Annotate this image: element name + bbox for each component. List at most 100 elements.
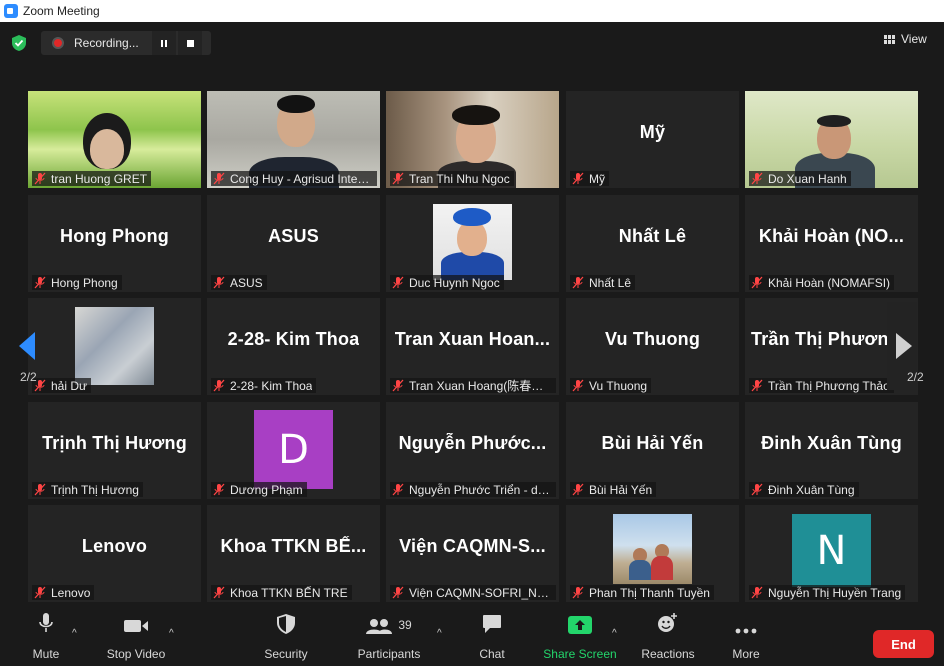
muted-mic-icon [213, 172, 225, 185]
muted-mic-icon [213, 276, 225, 289]
participants-count: 39 [398, 618, 412, 632]
participant-tile[interactable]: Trịnh Thị Hương Trịnh Thị Hương [28, 402, 201, 499]
participant-name-label: Nhất Lê [570, 275, 636, 290]
pause-recording-button[interactable] [152, 31, 176, 55]
participant-name-label: Nguyễn Phước Triển - dtcc [390, 482, 556, 497]
participant-name-label: Mỹ [570, 171, 609, 186]
participant-tile[interactable]: Do Xuan Hanh [745, 91, 918, 188]
muted-mic-icon [392, 586, 404, 599]
video-camera-icon [124, 620, 148, 632]
participant-name-label: Bùi Hải Yến [570, 482, 657, 497]
view-button[interactable]: View [884, 32, 927, 46]
window-title: Zoom Meeting [23, 4, 100, 18]
end-meeting-button[interactable]: End [873, 630, 934, 658]
meeting-toolbar: Mute ^ Stop Video ^ Security 39 Particip… [0, 610, 944, 666]
participant-tile[interactable]: 2-28- Kim Thoa 2-28- Kim Thoa [207, 298, 380, 395]
muted-mic-icon [751, 172, 763, 185]
avatar: D [254, 410, 333, 489]
participant-tile[interactable]: Tran Thi Nhu Ngoc [386, 91, 559, 188]
participant-tile[interactable]: Khải Hoàn (NO... Khải Hoàn (NOMAFSI) [745, 195, 918, 292]
share-screen-icon [568, 616, 592, 634]
participant-name-label: Trịnh Thị Hương [32, 482, 143, 497]
participant-tile[interactable]: Cong Huy - Agrisud Internati... [207, 91, 380, 188]
participant-display-name: Vu Thuong [604, 329, 701, 349]
participant-tile[interactable]: Bùi Hải Yến Bùi Hải Yến [566, 402, 739, 499]
participant-tile[interactable]: Đinh Xuân Tùng Đinh Xuân Tùng [745, 402, 918, 499]
participant-display-name: Khoa TTKN BẾ... [220, 536, 367, 556]
muted-mic-icon [392, 379, 404, 392]
participant-display-name: Trịnh Thị Hương [42, 433, 187, 453]
muted-mic-icon [572, 172, 584, 185]
participant-tile[interactable]: N Nguyễn Thị Huyền Trang [745, 505, 918, 602]
pause-icon [161, 39, 167, 47]
muted-mic-icon [751, 379, 763, 392]
participant-tile[interactable]: Duc Huynh Ngoc [386, 195, 559, 292]
participant-tile[interactable]: Tran Xuan Hoan... Tran Xuan Hoang(陈春黄... [386, 298, 559, 395]
participant-display-name: Tran Xuan Hoan... [394, 329, 551, 349]
participant-tile[interactable]: Hong Phong Hong Phong [28, 195, 201, 292]
zoom-logo-icon [4, 4, 18, 18]
participants-button[interactable]: 39 Participants [352, 610, 426, 666]
chat-button[interactable]: Chat [472, 610, 512, 666]
participant-name-label: Phan Thị Thanh Tuyền [570, 585, 714, 600]
participant-name-label: Do Xuan Hanh [749, 171, 851, 186]
profile-photo [75, 307, 154, 385]
participant-tile[interactable]: tran Huong GRET [28, 91, 201, 188]
participant-display-name: Bùi Hải Yến [601, 433, 704, 453]
muted-mic-icon [392, 172, 404, 185]
participant-display-name: ASUS [268, 226, 319, 246]
reactions-button[interactable]: Reactions [639, 610, 697, 666]
muted-mic-icon [213, 483, 225, 496]
participant-name-label: Duc Huynh Ngoc [390, 275, 504, 290]
muted-mic-icon [572, 276, 584, 289]
view-label: View [901, 32, 927, 46]
participant-tile[interactable]: Phan Thị Thanh Tuyền [566, 505, 739, 602]
participant-name-label: Khoa TTKN BẾN TRE [211, 585, 352, 600]
participant-tile[interactable]: Lenovo Lenovo [28, 505, 201, 602]
participant-display-name: Nhất Lê [618, 226, 687, 246]
participant-tile[interactable]: Nguyễn Phước... Nguyễn Phước Triển - dtc… [386, 402, 559, 499]
participant-display-name: Nguyễn Phước... [398, 433, 547, 453]
participant-display-name: Mỹ [639, 122, 666, 142]
mute-button[interactable]: Mute [22, 610, 70, 666]
participant-tile[interactable]: ASUS ASUS [207, 195, 380, 292]
encryption-shield-icon[interactable] [12, 35, 26, 51]
security-button[interactable]: Security [258, 610, 314, 666]
participant-video-hair [817, 115, 851, 127]
participant-video-face [90, 129, 124, 169]
more-button[interactable]: More [727, 610, 765, 666]
stop-video-button[interactable]: Stop Video [102, 610, 170, 666]
participant-tile[interactable]: Khoa TTKN BẾ... Khoa TTKN BẾN TRE [207, 505, 380, 602]
grid-view-icon [884, 34, 895, 44]
participant-tile[interactable]: hải Dư [28, 298, 201, 395]
security-shield-icon [277, 614, 295, 634]
share-options-caret[interactable]: ^ [612, 628, 617, 639]
participant-name-label: Hong Phong [32, 275, 122, 290]
muted-mic-icon [34, 483, 46, 496]
share-screen-button[interactable]: Share Screen [543, 610, 617, 666]
muted-mic-icon [34, 586, 46, 599]
participant-name-label: Tran Thi Nhu Ngoc [390, 171, 514, 186]
participants-options-caret[interactable]: ^ [437, 628, 442, 639]
muted-mic-icon [34, 276, 46, 289]
participant-video-hair [277, 95, 315, 113]
participant-tile[interactable]: Mỹ Mỹ [566, 91, 739, 188]
participant-display-name: Đinh Xuân Tùng [761, 433, 902, 453]
video-options-caret[interactable]: ^ [169, 628, 174, 639]
participant-name-label: Viện CAQMN-SOFRI_Ng ... [390, 585, 556, 600]
stop-recording-button[interactable] [178, 31, 202, 55]
participant-display-name: 2-28- Kim Thoa [227, 329, 360, 349]
participant-tile[interactable]: Vu Thuong Vu Thuong [566, 298, 739, 395]
participant-display-name: Viện CAQMN-S... [399, 536, 546, 556]
mute-options-caret[interactable]: ^ [72, 628, 77, 639]
participant-tile[interactable]: D Dương Phạm [207, 402, 380, 499]
window-titlebar: Zoom Meeting [0, 0, 944, 22]
participant-tile[interactable]: Nhất Lê Nhất Lê [566, 195, 739, 292]
participant-name-label: Cong Huy - Agrisud Internati... [211, 171, 377, 186]
muted-mic-icon [392, 483, 404, 496]
recording-label: Recording... [74, 36, 139, 50]
participant-name-label: Tran Xuan Hoang(陈春黄... [390, 378, 556, 393]
participant-video-hair [452, 105, 500, 125]
participant-tile[interactable]: Viện CAQMN-S... Viện CAQMN-SOFRI_Ng ... [386, 505, 559, 602]
participant-display-name: Hong Phong [60, 226, 169, 246]
